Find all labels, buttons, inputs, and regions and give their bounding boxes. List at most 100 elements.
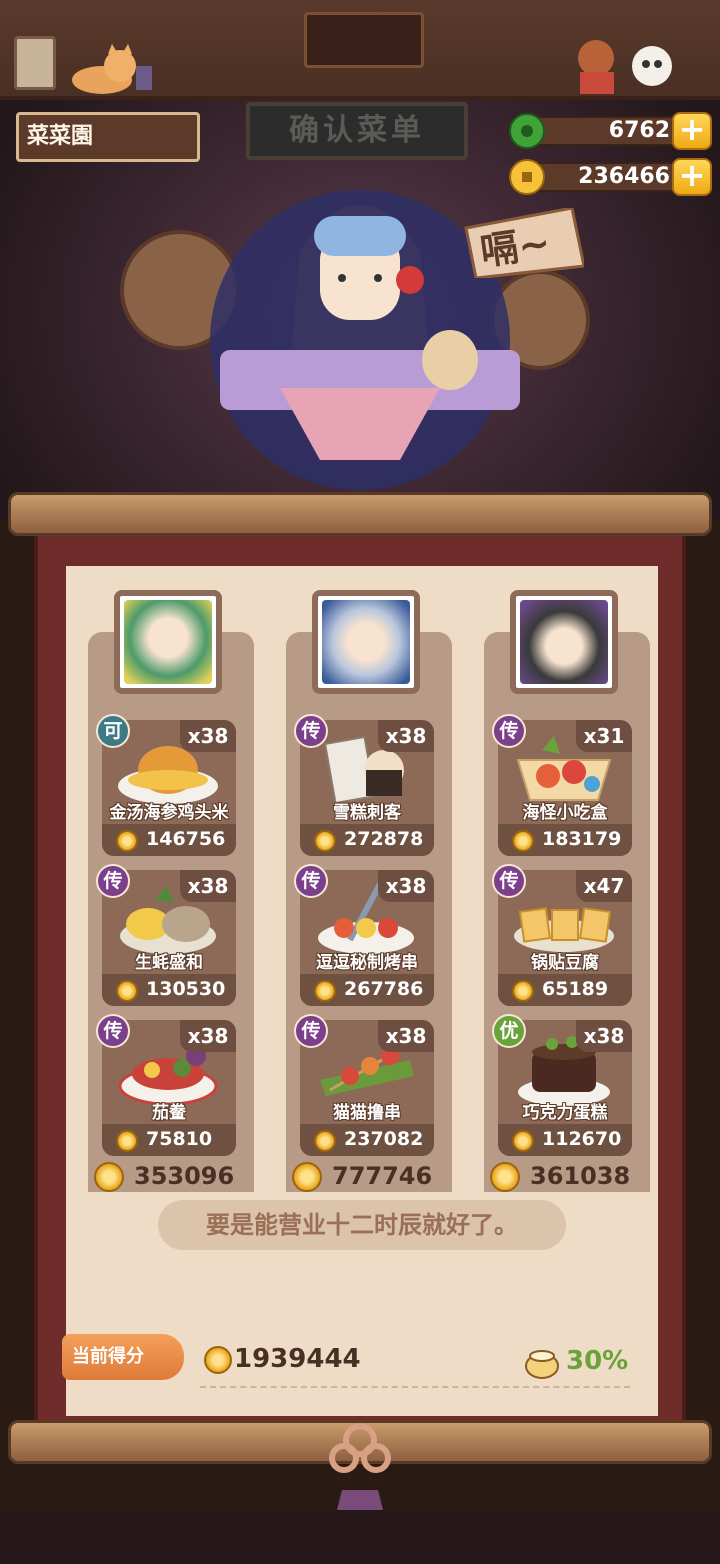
dish-card[interactable]: 传 x38 茄鲞 75810 (96, 1014, 236, 1156)
dish-price: 75810 (146, 1128, 213, 1150)
dish-count: x38 (378, 870, 434, 902)
coin-icon (116, 1130, 138, 1152)
rank-badge: 优 (492, 1014, 526, 1048)
dish-name: 巧克力蛋糕 (522, 1103, 608, 1123)
dish-card[interactable]: 传 x38 雪糕刺客 272878 (294, 714, 434, 856)
bonus-percent: 30% (566, 1346, 629, 1376)
coin-icon (490, 1162, 520, 1192)
current-score-label: 当前得分 (62, 1334, 184, 1380)
rank-badge: 传 (294, 1014, 328, 1048)
column-total-value: 777746 (332, 1162, 433, 1190)
dish-name: 海怪小吃盒 (522, 803, 608, 823)
dish-name: 金汤海参鸡头米 (109, 803, 229, 823)
coin-icon (512, 980, 534, 1002)
dish-name: 茄鲞 (152, 1103, 186, 1123)
add-jade-button[interactable]: + (672, 112, 712, 150)
chef-portrait[interactable] (510, 590, 618, 694)
cat-icon (72, 44, 152, 94)
scroll-top-rod (8, 492, 712, 536)
column-total-value: 361038 (530, 1162, 631, 1190)
jade-icon (509, 113, 545, 149)
dish-price-row: 267786 (300, 974, 434, 1006)
dish-count: x38 (180, 870, 236, 902)
column-total: 777746 (286, 1160, 452, 1196)
dish-count: x31 (576, 720, 632, 752)
coin-icon (292, 1162, 322, 1192)
rank-badge: 传 (96, 1014, 130, 1048)
restaurant-scene: 菜菜園 确认菜单 6762 + 236466 + 嗝~ (0, 0, 720, 520)
dish-price: 272878 (344, 828, 424, 850)
coin-icon (116, 980, 138, 1002)
chef-portrait[interactable] (312, 590, 420, 694)
dish-price-row: 65189 (498, 974, 632, 1006)
chef-avatar (322, 600, 410, 684)
dish-card[interactable]: 传 x38 猫猫撸串 237082 (294, 1014, 434, 1156)
coin-icon (512, 830, 534, 852)
current-score-value: 1939444 (234, 1344, 361, 1374)
chef-column: 传 x38 雪糕刺客 272878 传 x38 逗逗秘制烤串 267786 传 … (286, 590, 452, 1200)
add-coin-button[interactable]: + (672, 158, 712, 196)
dish-price-row: 146756 (102, 824, 236, 856)
coin-icon (314, 1130, 336, 1152)
dish-card[interactable]: 传 x38 生蚝盛和 130530 (96, 864, 236, 1006)
paw-scroll-icon[interactable] (14, 36, 56, 90)
dish-price: 112670 (542, 1128, 622, 1150)
rank-badge: 传 (492, 864, 526, 898)
dish-price-row: 75810 (102, 1124, 236, 1156)
dish-price: 65189 (542, 978, 609, 1000)
chef-portrait[interactable] (114, 590, 222, 694)
dish-count: x47 (576, 870, 632, 902)
rank-badge: 传 (492, 714, 526, 748)
dish-price-row: 272878 (300, 824, 434, 856)
jade-currency: 6762 + (508, 112, 712, 150)
chef-quote: 要是能营业十二时辰就好了。 (158, 1200, 566, 1250)
dish-price: 267786 (344, 978, 424, 1000)
dish-price: 237082 (344, 1128, 424, 1150)
dish-name: 生蚝盛和 (135, 953, 203, 973)
dish-count: x38 (378, 1020, 434, 1052)
dish-count: x38 (378, 720, 434, 752)
chef-banner-icon[interactable] (304, 12, 424, 68)
dish-name: 锅贴豆腐 (531, 953, 599, 973)
coin-icon (314, 830, 336, 852)
dish-card[interactable]: 可 x38 金汤海参鸡头米 146756 (96, 714, 236, 856)
coin-icon (94, 1162, 124, 1192)
rank-badge: 传 (294, 714, 328, 748)
rank-badge: 传 (96, 864, 130, 898)
dish-name: 猫猫撸串 (333, 1103, 401, 1123)
dish-count: x38 (180, 1020, 236, 1052)
dish-count: x38 (180, 720, 236, 752)
restaurant-name[interactable]: 菜菜園 (16, 112, 200, 162)
dish-card[interactable]: 传 x31 海怪小吃盒 183179 (492, 714, 632, 856)
dish-count: x38 (576, 1020, 632, 1052)
coin-icon (512, 1130, 534, 1152)
dish-price: 183179 (542, 828, 622, 850)
coin-icon (116, 830, 138, 852)
dish-card[interactable]: 优 x38 巧克力蛋糕 112670 (492, 1014, 632, 1156)
customers-icon (578, 40, 672, 94)
dish-name: 雪糕刺客 (333, 803, 401, 823)
coin-icon (314, 980, 336, 1002)
bottom-bar (0, 1510, 720, 1564)
chef-column: 传 x31 海怪小吃盒 183179 传 x47 锅贴豆腐 65189 优 x3… (484, 590, 650, 1200)
dish-card[interactable]: 传 x38 逗逗秘制烤串 267786 (294, 864, 434, 1006)
dish-name: 逗逗秘制烤串 (316, 953, 418, 973)
dish-price-row: 112670 (498, 1124, 632, 1156)
column-total: 361038 (484, 1160, 650, 1196)
coin-icon (204, 1346, 232, 1374)
dish-price: 146756 (146, 828, 226, 850)
dish-price: 130530 (146, 978, 226, 1000)
dish-price-row: 183179 (498, 824, 632, 856)
page-title: 确认菜单 (246, 102, 468, 160)
rank-badge: 传 (294, 864, 328, 898)
jade-amount: 6762 (528, 116, 688, 146)
dish-card[interactable]: 传 x47 锅贴豆腐 65189 (492, 864, 632, 1006)
bonus-pot-icon (525, 1350, 559, 1379)
dish-price-row: 237082 (300, 1124, 434, 1156)
column-total: 353096 (88, 1160, 254, 1196)
column-total-value: 353096 (134, 1162, 235, 1190)
dish-price-row: 130530 (102, 974, 236, 1006)
chef-avatar (124, 600, 212, 684)
divider (200, 1386, 630, 1388)
chef-column: 可 x38 金汤海参鸡头米 146756 传 x38 生蚝盛和 130530 传… (88, 590, 254, 1200)
